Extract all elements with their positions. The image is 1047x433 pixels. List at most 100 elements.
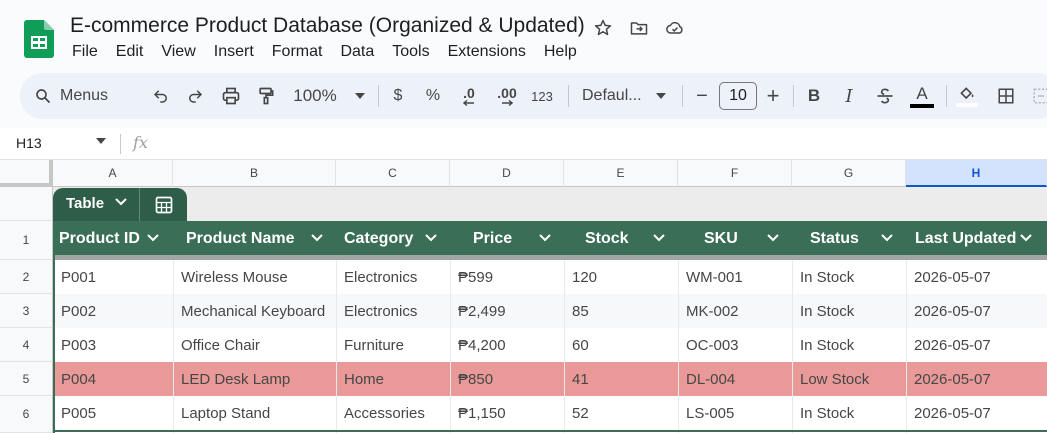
column-header-f[interactable]: F xyxy=(678,160,792,187)
cell-status[interactable]: In Stock xyxy=(792,294,906,328)
cell-product-id[interactable]: P005 xyxy=(53,396,173,430)
header-category[interactable]: Category xyxy=(336,221,450,255)
borders-button[interactable] xyxy=(993,73,1019,119)
chevron-down-icon[interactable] xyxy=(881,234,893,242)
cell-sku[interactable]: LS-005 xyxy=(678,396,792,430)
chevron-down-icon[interactable] xyxy=(425,234,437,242)
menu-format[interactable]: Format xyxy=(263,43,332,61)
select-all-corner[interactable] xyxy=(0,160,53,187)
cell-stock[interactable]: 120 xyxy=(564,260,678,294)
header-price[interactable]: Price xyxy=(450,221,564,255)
header-product-name[interactable]: Product Name xyxy=(173,221,336,255)
percent-format-button[interactable]: % xyxy=(422,73,444,119)
decrease-decimal-button[interactable]: .0 xyxy=(456,73,482,119)
print-button[interactable] xyxy=(218,73,244,119)
cell-sku[interactable]: WM-001 xyxy=(678,260,792,294)
chevron-down-icon[interactable] xyxy=(115,198,127,206)
header-product-id[interactable]: Product ID xyxy=(53,221,173,255)
cell-product-id[interactable]: P003 xyxy=(53,328,173,362)
menu-data[interactable]: Data xyxy=(331,43,383,61)
table-view-icon[interactable] xyxy=(154,195,174,215)
move-folder-icon[interactable] xyxy=(627,16,651,40)
cell-status[interactable]: In Stock xyxy=(792,260,906,294)
column-header-b[interactable]: B xyxy=(173,160,336,187)
cell-status[interactable]: In Stock xyxy=(792,396,906,430)
chevron-down-icon[interactable] xyxy=(96,138,106,144)
menu-extensions[interactable]: Extensions xyxy=(439,43,535,61)
chevron-down-icon[interactable] xyxy=(539,234,551,242)
row-header-2[interactable]: 2 xyxy=(0,260,53,294)
increase-font-size-button[interactable]: + xyxy=(763,73,783,119)
table-tab[interactable]: Table xyxy=(53,188,187,221)
cell-product-name[interactable]: Laptop Stand xyxy=(173,396,336,430)
row-header-4[interactable]: 4 xyxy=(0,328,53,362)
cell-category[interactable]: Electronics xyxy=(336,294,450,328)
cell-stock[interactable]: 52 xyxy=(564,396,678,430)
row-header-1[interactable]: 1 xyxy=(0,221,53,260)
cell-price[interactable]: ₱850 xyxy=(450,362,564,396)
row-header-3[interactable]: 3 xyxy=(0,294,53,328)
undo-button[interactable] xyxy=(148,73,174,119)
cell-price[interactable]: ₱2,499 xyxy=(450,294,564,328)
search-menus-button[interactable]: Menus xyxy=(26,80,144,112)
decrease-font-size-button[interactable]: − xyxy=(692,73,712,119)
font-select[interactable]: Defaul... xyxy=(578,73,670,119)
menu-insert[interactable]: Insert xyxy=(205,43,263,61)
document-title[interactable]: E-commerce Product Database (Organized &… xyxy=(70,14,585,38)
cell-category[interactable]: Home xyxy=(336,362,450,396)
cell-last-updated[interactable]: 2026-05-07 xyxy=(906,294,1047,328)
strikethrough-button[interactable] xyxy=(872,73,898,119)
more-formats-button[interactable]: 123 xyxy=(529,73,555,119)
cell-product-name[interactable]: Wireless Mouse xyxy=(173,260,336,294)
header-sku[interactable]: SKU xyxy=(678,221,792,255)
cell-sku[interactable]: OC-003 xyxy=(678,328,792,362)
chevron-down-icon[interactable] xyxy=(767,234,779,242)
font-size-input[interactable]: 10 xyxy=(719,82,757,110)
cell-category[interactable]: Accessories xyxy=(336,396,450,430)
chevron-down-icon[interactable] xyxy=(147,234,159,242)
cell-product-id[interactable]: P001 xyxy=(53,260,173,294)
cell-stock[interactable]: 60 xyxy=(564,328,678,362)
cell-status[interactable]: Low Stock xyxy=(792,362,906,396)
header-status[interactable]: Status xyxy=(792,221,906,255)
paint-format-button[interactable] xyxy=(253,73,279,119)
column-header-c[interactable]: C xyxy=(336,160,450,187)
cell-product-name[interactable]: Office Chair xyxy=(173,328,336,362)
cell-stock[interactable]: 85 xyxy=(564,294,678,328)
cell-status[interactable]: In Stock xyxy=(792,328,906,362)
menu-file[interactable]: File xyxy=(70,43,107,61)
cell-last-updated[interactable]: 2026-05-07 xyxy=(906,362,1047,396)
cell-sku[interactable]: MK-002 xyxy=(678,294,792,328)
spreadsheet-grid[interactable]: A B C D E F G H Table 1 2 3 4 5 6 Produc… xyxy=(0,160,1047,433)
cloud-status-icon[interactable] xyxy=(663,16,687,40)
column-header-a[interactable]: A xyxy=(53,160,173,187)
redo-button[interactable] xyxy=(182,73,208,119)
fill-color-button[interactable] xyxy=(954,73,980,119)
column-header-e[interactable]: E xyxy=(564,160,678,187)
star-icon[interactable] xyxy=(591,16,615,40)
column-header-g[interactable]: G xyxy=(792,160,906,187)
cell-price[interactable]: ₱1,150 xyxy=(450,396,564,430)
row-header-blank[interactable] xyxy=(0,187,53,221)
chevron-down-icon[interactable] xyxy=(653,234,665,242)
zoom-select[interactable]: 100% xyxy=(292,73,366,119)
increase-decimal-button[interactable]: .00 xyxy=(492,73,522,119)
column-header-d[interactable]: D xyxy=(450,160,564,187)
chevron-down-icon[interactable] xyxy=(1020,234,1032,242)
cell-price[interactable]: ₱599 xyxy=(450,260,564,294)
sheets-logo-icon[interactable] xyxy=(24,20,54,58)
header-stock[interactable]: Stock xyxy=(564,221,678,255)
menu-tools[interactable]: Tools xyxy=(383,43,438,61)
cell-last-updated[interactable]: 2026-05-07 xyxy=(906,328,1047,362)
cell-product-id[interactable]: P004 xyxy=(53,362,173,396)
cell-last-updated[interactable]: 2026-05-07 xyxy=(906,260,1047,294)
merge-cells-button[interactable] xyxy=(1028,73,1047,119)
cell-product-name[interactable]: Mechanical Keyboard xyxy=(173,294,336,328)
menu-edit[interactable]: Edit xyxy=(107,43,153,61)
name-box[interactable]: H13 xyxy=(16,135,42,151)
chevron-down-icon[interactable] xyxy=(311,234,323,242)
currency-format-button[interactable]: $ xyxy=(388,73,408,119)
cell-stock[interactable]: 41 xyxy=(564,362,678,396)
text-color-button[interactable]: A xyxy=(908,73,936,119)
column-header-h[interactable]: H xyxy=(906,160,1047,187)
